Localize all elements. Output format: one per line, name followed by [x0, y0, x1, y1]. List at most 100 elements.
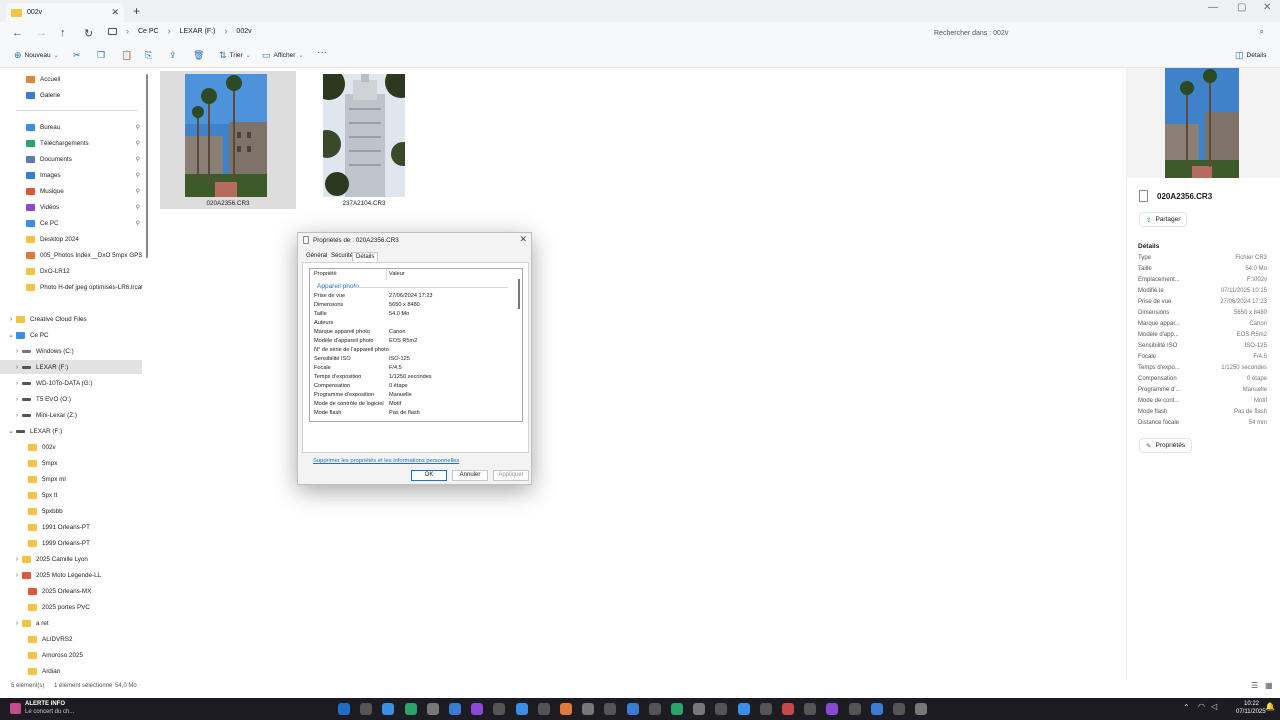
sidebar-item[interactable]: › Windows (C:): [0, 344, 142, 358]
taskbar-app-icon[interactable]: [426, 703, 439, 715]
sidebar-item[interactable]: Amoroso 2025: [0, 648, 142, 662]
taskbar-app-icon[interactable]: [693, 703, 706, 715]
sidebar-item[interactable]: › Creative Cloud Files: [0, 312, 142, 326]
sidebar-item[interactable]: Documents ⚲: [0, 152, 142, 166]
sidebar-item[interactable]: Vidéos ⚲: [0, 200, 142, 214]
sidebar-item[interactable]: › T5 EVO (O:): [0, 392, 142, 406]
remove-properties-link[interactable]: Supprimer les propriétés et les informat…: [313, 458, 459, 464]
delete-icon[interactable]: 🗑: [193, 50, 204, 61]
taskbar-app-icon[interactable]: [493, 703, 506, 715]
sidebar-item[interactable]: 1991 Orleans-PT: [0, 520, 142, 534]
sidebar-item[interactable]: 5mpx: [0, 456, 142, 470]
pin-icon[interactable]: ⚲: [132, 124, 140, 131]
forward-arrow-icon[interactable]: →: [36, 27, 47, 39]
ok-button[interactable]: OK: [411, 470, 447, 481]
property-row[interactable]: Temps d'exposition 1/1250 secondes: [314, 374, 519, 383]
file-item[interactable]: 237A2104.CR3: [296, 66, 432, 209]
sidebar-item[interactable]: Images ⚲: [0, 168, 142, 182]
view-button[interactable]: ▭ Afficher ⌄: [262, 50, 303, 61]
property-row[interactable]: Dimensions 5650 x 8480: [314, 302, 519, 311]
property-row[interactable]: Mode de contrôle de logiciel Motif: [314, 401, 519, 410]
property-row[interactable]: Mode flash Pas de flash: [314, 410, 519, 419]
property-row[interactable]: Focale F/4.5: [314, 365, 519, 374]
chevron-right-icon[interactable]: ›: [12, 396, 22, 403]
sidebar-item[interactable]: 5mpx ml: [0, 472, 142, 486]
taskbar-app-icon[interactable]: [870, 703, 883, 715]
sidebar-scrollbar[interactable]: [146, 74, 148, 258]
file-item[interactable]: 020A2356.CR3: [160, 71, 296, 209]
back-arrow-icon[interactable]: ←: [12, 27, 23, 39]
taskbar-app-icon[interactable]: [759, 703, 772, 715]
sidebar-item[interactable]: Galerie: [0, 88, 142, 102]
sidebar-item[interactable]: › 2025 Camille Lyon: [0, 552, 142, 566]
chevron-down-icon[interactable]: ⌄: [6, 331, 16, 339]
pin-icon[interactable]: ⚲: [132, 140, 140, 147]
close-tab-icon[interactable]: ✕: [111, 7, 119, 18]
taskbar-app-icon[interactable]: [893, 703, 905, 715]
taskbar-app-icon[interactable]: [626, 703, 639, 715]
breadcrumb-lexar[interactable]: LEXAR (F:): [180, 28, 216, 35]
search-input[interactable]: Rechercher dans : 002v ⌕: [930, 25, 1270, 41]
breadcrumb-002v[interactable]: 002v: [236, 28, 251, 35]
taskbar-app-icon[interactable]: [404, 703, 417, 715]
details-pane-button[interactable]: ◫ Détails: [1235, 50, 1266, 61]
property-row[interactable]: Prise de vue 27/06/2024 17:23: [314, 293, 519, 302]
copy-icon[interactable]: ❐: [97, 50, 105, 61]
taskbar-app-icon[interactable]: [648, 703, 661, 715]
sidebar-item[interactable]: Ardian: [0, 664, 142, 678]
refresh-icon[interactable]: ↻: [84, 27, 93, 40]
sidebar-item[interactable]: Desktop 2024: [0, 232, 142, 246]
chevron-up-icon[interactable]: ⌃: [1183, 703, 1190, 712]
property-row[interactable]: Programme d'exposition Manuelle: [314, 392, 519, 401]
cut-icon[interactable]: ✂: [73, 50, 81, 61]
chevron-right-icon[interactable]: ›: [12, 412, 22, 419]
chevron-right-icon[interactable]: ›: [12, 572, 22, 579]
sidebar-item[interactable]: ⌄ Ce PC: [0, 328, 142, 342]
taskbar-app-icon[interactable]: [515, 703, 528, 715]
details-view-icon[interactable]: ☰: [1251, 681, 1258, 690]
property-row[interactable]: Marque appareil photo Canon: [314, 329, 519, 338]
taskbar-app-icon[interactable]: [782, 703, 794, 715]
property-row[interactable]: Sensibilité ISO ISO-125: [314, 356, 519, 365]
sidebar-item[interactable]: 5pxbbb: [0, 504, 142, 518]
share-icon[interactable]: ⇪: [169, 50, 177, 61]
sidebar-item[interactable]: Photo H-def jpeg optimisés-LR6.lrcat: [0, 280, 142, 294]
new-button[interactable]: ⊕ Nouveau ⌄: [14, 50, 59, 61]
chevron-right-icon[interactable]: ›: [12, 620, 22, 627]
sort-button[interactable]: ⇅ Trier ⌄: [219, 50, 251, 61]
property-row[interactable]: Modèle d'appareil photo EOS R5m2: [314, 338, 519, 347]
clock-date[interactable]: 07/11/2025: [1236, 709, 1266, 715]
sidebar-item[interactable]: › a ret: [0, 616, 142, 630]
sidebar-item[interactable]: 2025 Orleans-MX: [0, 584, 142, 598]
sidebar-item[interactable]: ⌄ LEXAR (F:): [0, 424, 142, 438]
chevron-right-icon[interactable]: ›: [12, 556, 22, 563]
taskbar-app-icon[interactable]: [537, 703, 550, 715]
sidebar-item[interactable]: Bureau ⚲: [0, 120, 142, 134]
news-icon[interactable]: [10, 703, 21, 714]
apply-button[interactable]: Appliquer: [493, 470, 529, 481]
sidebar-item[interactable]: 5px tt: [0, 488, 142, 502]
taskbar-app-icon[interactable]: [471, 703, 484, 715]
sidebar-item[interactable]: › LEXAR (F:): [0, 360, 142, 374]
pin-icon[interactable]: ⚲: [132, 156, 140, 163]
breadcrumb-ce-pc[interactable]: Ce PC: [138, 28, 159, 35]
dialog-close-icon[interactable]: ✕: [519, 234, 527, 245]
taskbar-app-icon[interactable]: [582, 703, 595, 715]
sidebar-item[interactable]: 1999 Orléans-PT: [0, 536, 142, 550]
sidebar-item[interactable]: Téléchargements ⚲: [0, 136, 142, 150]
pin-icon[interactable]: ⚲: [132, 172, 140, 179]
close-window-icon[interactable]: ✕: [1263, 2, 1271, 13]
minimize-icon[interactable]: —: [1208, 2, 1218, 13]
chevron-down-icon[interactable]: ⌄: [6, 427, 16, 435]
pin-icon[interactable]: ⚲: [132, 204, 140, 211]
wifi-icon[interactable]: ◠: [1198, 702, 1205, 711]
property-row[interactable]: Taille 54.0 Mo: [314, 311, 519, 320]
pin-icon[interactable]: ⚲: [132, 220, 140, 227]
sidebar-item[interactable]: 002v: [0, 440, 142, 454]
column-header-value[interactable]: Valeur: [389, 271, 405, 277]
taskbar-app-icon[interactable]: [671, 703, 683, 715]
taskbar-app-icon[interactable]: [826, 703, 839, 715]
property-row[interactable]: N° de série de l'appareil photo: [314, 347, 519, 356]
sidebar-item[interactable]: Ce PC ⚲: [0, 216, 142, 230]
maximize-icon[interactable]: ▢: [1237, 2, 1246, 13]
